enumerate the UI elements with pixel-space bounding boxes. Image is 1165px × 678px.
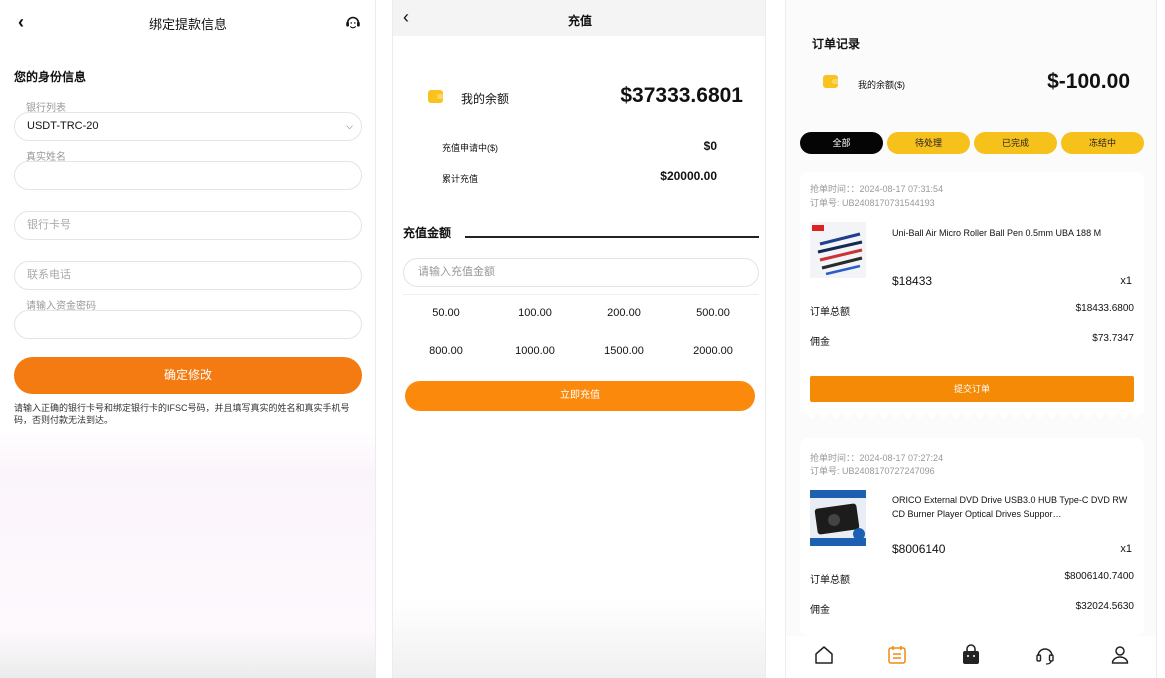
confirm-button[interactable]: 确定修改 bbox=[14, 357, 362, 394]
bottom-nav bbox=[786, 636, 1156, 678]
commission-value: $32024.5630 bbox=[1075, 601, 1134, 612]
section-title: 您的身份信息 bbox=[14, 70, 87, 84]
bind-withdrawal-panel: ‹ 绑定提款信息 您的身份信息 银行列表 USDT-TRC-20 ⌵ 真实姓名 … bbox=[0, 0, 376, 678]
wallet-icon bbox=[428, 90, 443, 103]
tab-pending[interactable]: 待处理 bbox=[887, 132, 970, 154]
tab-frozen[interactable]: 冻结中 bbox=[1061, 132, 1144, 154]
order-records-panel: 订单记录 我的余额($) $-100.00 全部 待处理 已完成 冻结中 抢单时… bbox=[785, 0, 1157, 678]
order-time: 抢单时间：：2024-08-17 07:27:24 bbox=[810, 453, 944, 463]
order-number: 订单号: UB2408170727247096 bbox=[810, 466, 935, 476]
profile-icon[interactable] bbox=[1109, 644, 1131, 666]
preset-amount[interactable]: 1500.00 bbox=[580, 345, 668, 357]
bank-select-value: USDT-TRC-20 bbox=[27, 120, 99, 132]
product-quantity: x1 bbox=[1120, 275, 1132, 287]
recharge-button[interactable]: 立即充值 bbox=[405, 381, 755, 411]
order-total-value: $18433.6800 bbox=[1075, 303, 1134, 314]
order-total-label: 订单总额 bbox=[810, 307, 850, 318]
fund-password-input[interactable] bbox=[14, 310, 362, 339]
commission-value: $73.7347 bbox=[1092, 333, 1134, 344]
preset-amount[interactable]: 100.00 bbox=[491, 307, 579, 319]
bank-card-placeholder: 银行卡号 bbox=[27, 219, 71, 231]
submit-order-button[interactable]: 提交订单 bbox=[810, 376, 1134, 402]
notice-text: 请输入正确的银行卡号和绑定银行卡的IFSC号码，并且填写真实的姓名和真实手机号码… bbox=[14, 403, 350, 425]
customer-service-icon[interactable] bbox=[344, 13, 362, 31]
preset-amount[interactable]: 200.00 bbox=[580, 307, 668, 319]
wallet-icon bbox=[823, 75, 838, 88]
tab-all[interactable]: 全部 bbox=[800, 132, 883, 154]
phone-input[interactable]: 联系电话 bbox=[14, 261, 362, 290]
page-title: 充值 bbox=[567, 14, 592, 28]
order-total-value: $8006140.7400 bbox=[1064, 571, 1134, 582]
amount-underline bbox=[465, 236, 759, 238]
bank-card-input[interactable]: 银行卡号 bbox=[14, 211, 362, 240]
balance-value: $37333.6801 bbox=[620, 84, 743, 107]
page-title: 订单记录 bbox=[812, 37, 861, 51]
real-name-input[interactable] bbox=[14, 161, 362, 190]
header: ‹ 充值 bbox=[393, 0, 765, 36]
preset-amount[interactable]: 1000.00 bbox=[491, 345, 579, 357]
amount-title: 充值金额 bbox=[403, 226, 452, 240]
phone-placeholder: 联系电话 bbox=[27, 269, 71, 281]
headset-icon[interactable] bbox=[1034, 644, 1056, 666]
page-title: 绑定提款信息 bbox=[148, 17, 227, 32]
chevron-down-icon: ⌵ bbox=[346, 121, 353, 131]
tab-completed[interactable]: 已完成 bbox=[974, 132, 1057, 154]
recharge-panel: ‹ 充值 我的余额 $37333.6801 充值申请中($) $0 累计充值 $… bbox=[392, 0, 766, 678]
commission-label: 佣金 bbox=[810, 605, 830, 616]
header: ‹ 绑定提款信息 bbox=[0, 0, 375, 44]
preset-amount[interactable]: 500.00 bbox=[669, 307, 757, 319]
amount-input[interactable]: 请输入充值金额 bbox=[403, 258, 759, 287]
total-recharge-label: 累计充值 bbox=[442, 174, 479, 184]
pending-value: $0 bbox=[703, 139, 717, 153]
order-total-label: 订单总额 bbox=[810, 575, 850, 586]
shop-bag-icon[interactable] bbox=[960, 644, 982, 666]
order-number: 订单号: UB2408170731544193 bbox=[810, 198, 935, 208]
product-image-pens bbox=[810, 222, 866, 278]
product-name: ORICO External DVD Drive USB3.0 HUB Type… bbox=[892, 495, 1128, 519]
balance-value: $-100.00 bbox=[1047, 70, 1130, 93]
pending-label: 充值申请中($) bbox=[442, 143, 498, 153]
preset-amount[interactable]: 2000.00 bbox=[669, 345, 757, 357]
balance-label: 我的余额($) bbox=[858, 80, 905, 90]
product-price: $18433 bbox=[892, 274, 933, 288]
preset-amount[interactable]: 800.00 bbox=[402, 345, 490, 357]
order-card: 抢单时间：：2024-08-17 07:27:24 订单号: UB2408170… bbox=[800, 438, 1144, 636]
product-image-dvd-drive bbox=[810, 490, 866, 546]
product-name: Uni-Ball Air Micro Roller Ball Pen 0.5mm… bbox=[892, 228, 1102, 238]
bank-select[interactable]: USDT-TRC-20 ⌵ bbox=[14, 112, 362, 141]
total-recharge-value: $20000.00 bbox=[660, 169, 717, 183]
order-card: 抢单时间：：2024-08-17 07:31:54 订单号: UB2408170… bbox=[800, 172, 1144, 418]
commission-label: 佣金 bbox=[810, 337, 830, 348]
balance-label: 我的余额 bbox=[461, 92, 510, 106]
amount-placeholder: 请输入充值金额 bbox=[418, 266, 495, 278]
order-time: 抢单时间：：2024-08-17 07:31:54 bbox=[810, 184, 944, 194]
home-icon[interactable] bbox=[813, 644, 835, 666]
card-edge bbox=[800, 410, 1144, 418]
product-price: $8006140 bbox=[892, 542, 946, 556]
divider bbox=[403, 294, 759, 295]
orders-icon[interactable] bbox=[886, 644, 908, 666]
product-quantity: x1 bbox=[1120, 543, 1132, 555]
preset-amount[interactable]: 50.00 bbox=[402, 307, 490, 319]
